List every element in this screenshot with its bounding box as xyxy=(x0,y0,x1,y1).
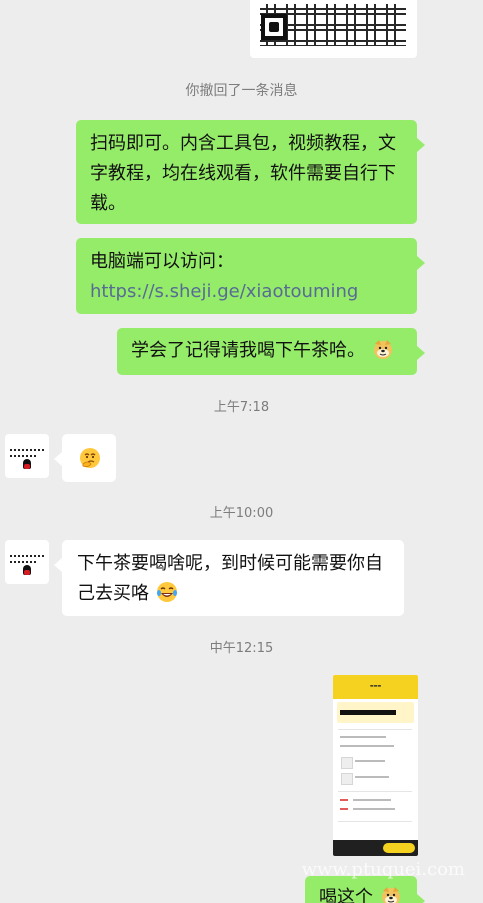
sent-message-pc-link[interactable]: 电脑端可以访问： https://s.sheji.ge/xiaotouming xyxy=(76,238,425,314)
web-link[interactable]: https://s.sheji.ge/xiaotouming xyxy=(90,281,358,302)
receipt-text-line xyxy=(353,808,395,810)
order-screenshot-image-message[interactable]: ▬▬▬ xyxy=(333,675,418,856)
doge-emoji-icon xyxy=(381,887,400,903)
receipt-pay-button xyxy=(383,843,415,853)
receipt-product-thumbnail xyxy=(341,757,353,769)
thinking-face-emoji-icon xyxy=(80,448,100,468)
avatar-text-line xyxy=(10,561,36,563)
message-text: 电脑端可以访问： xyxy=(90,251,234,272)
receipt-product-line xyxy=(355,776,389,778)
receipt-text-line xyxy=(340,745,394,747)
receipt-divider xyxy=(338,821,412,822)
receipt-text-line xyxy=(340,736,386,738)
receipt-red-tag xyxy=(340,808,348,810)
receipt-product-line xyxy=(355,760,385,762)
receipt-divider xyxy=(338,791,412,792)
receipt-text-line xyxy=(353,799,391,801)
sent-message-resource-instructions[interactable]: 扫码即可。内含工具包，视频教程，文字教程，均在线观看，软件需要自行下载。 xyxy=(76,120,425,224)
message-text: 学会了记得请我喝下午茶哈。 xyxy=(131,340,365,361)
timestamp-718: 上午7:18 xyxy=(213,400,270,415)
site-watermark: www.ptuquei.com xyxy=(301,859,465,880)
qr-code-position-marker xyxy=(261,14,287,40)
message-text: 扫码即可。内含工具包，视频教程，文字教程，均在线观看，软件需要自行下载。 xyxy=(90,133,396,214)
timestamp-1215: 中午12:15 xyxy=(209,641,274,656)
receipt-red-tag xyxy=(340,799,348,801)
recalled-message-notice: 你撤回了一条消息 xyxy=(185,83,298,99)
avatar-text-line xyxy=(10,449,44,451)
receipt-header: ▬▬▬ xyxy=(333,675,418,699)
contact-avatar[interactable] xyxy=(5,434,49,478)
received-message-tea-reply[interactable]: 下午茶要喝啥呢，到时候可能需要你自己去买咯 xyxy=(54,540,404,616)
avatar-figure-icon xyxy=(23,565,31,575)
receipt-product-thumbnail xyxy=(341,773,353,785)
sent-message-tea-request[interactable]: 学会了记得请我喝下午茶哈。 xyxy=(117,328,425,375)
contact-avatar[interactable] xyxy=(5,540,49,584)
message-text: 喝这个 xyxy=(319,887,373,903)
avatar-text-line xyxy=(10,555,44,557)
laughing-tears-emoji-icon xyxy=(156,582,177,602)
receipt-redaction-bar xyxy=(340,710,396,715)
sent-message-this-drink[interactable]: 喝这个 xyxy=(305,876,425,903)
receipt-divider xyxy=(338,729,412,730)
timestamp-1000: 上午10:00 xyxy=(209,506,274,521)
avatar-text-line xyxy=(10,455,36,457)
message-text: 下午茶要喝啥呢，到时候可能需要你自己去买咯 xyxy=(77,553,383,604)
avatar-figure-icon xyxy=(23,459,31,469)
receipt-title-mark: ▬▬▬ xyxy=(369,683,382,688)
doge-emoji-icon xyxy=(373,340,392,359)
chat-window: 你撤回了一条消息 扫码即可。内含工具包，视频教程，文字教程，均在线观看，软件需要… xyxy=(0,0,483,903)
qr-code-image-message[interactable] xyxy=(250,0,417,58)
